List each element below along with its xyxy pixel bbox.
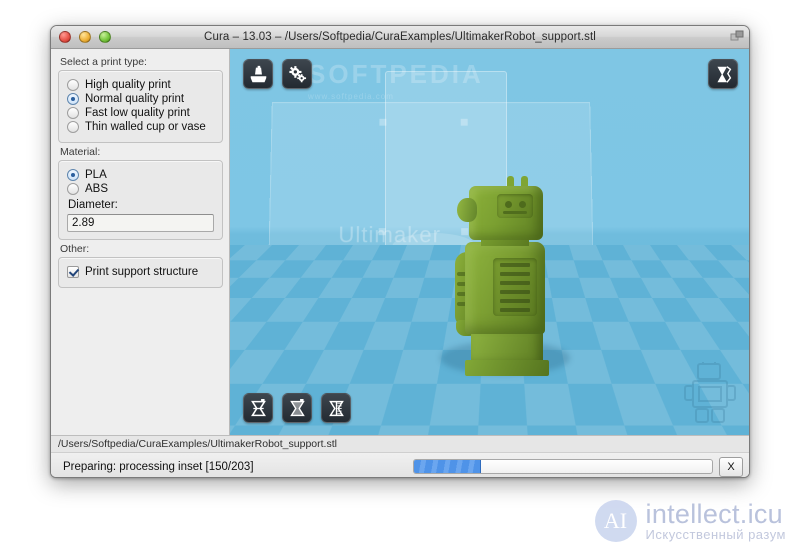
print-type-option-high[interactable]: High quality print [67,79,214,91]
model-part-ear [457,198,477,222]
print-type-label: Select a print type: [60,56,147,68]
other-group: Print support structure [58,257,223,288]
print-type-option-fast[interactable]: Fast low quality print [67,107,214,119]
cura-window: Cura – 13.03 – /Users/Softpedia/CuraExam… [50,25,750,478]
page-watermark-text: intellect.icu Искусственный разум [646,500,786,542]
view-normal-icon [250,398,266,416]
page-watermark: AI intellect.icu Искусственный разум [594,500,786,542]
window-titlebar: Cura – 13.03 – /Users/Softpedia/CuraExam… [51,26,749,49]
radio-icon[interactable] [67,183,79,195]
model-part-panel [493,258,537,316]
print-type-option-normal[interactable]: Normal quality print [67,93,214,105]
window-title: Cura – 13.03 – /Users/Softpedia/CuraExam… [204,31,596,43]
view-transparent-icon [289,398,305,416]
progress-bar [413,459,713,474]
status-bar: Preparing: processing inset [150/203] X [51,452,749,477]
model-part-mouth [503,211,527,214]
radio-icon[interactable] [67,93,79,105]
view-xray-icon [328,400,344,416]
expert-settings-icon [716,65,731,83]
print-type-option-label: Normal quality print [85,93,185,105]
diameter-input[interactable] [67,214,214,232]
view-xray-button[interactable] [321,393,351,423]
gears-icon [288,65,306,82]
window-body: Select a print type: High quality print … [51,49,749,477]
fullscreen-icon[interactable] [730,30,744,44]
load-model-icon [250,65,266,82]
screenshot-root: Cura – 13.03 – /Users/Softpedia/CuraExam… [0,0,800,548]
radio-icon[interactable] [67,121,79,133]
load-model-button[interactable] [243,59,273,89]
robot-model[interactable] [425,174,585,376]
radio-icon[interactable] [67,107,79,119]
settings-button[interactable] [282,59,312,89]
model-part-face [497,194,533,218]
material-group: PLA ABS Diameter: [58,160,223,240]
print-type-option-label: Thin walled cup or vase [85,121,206,133]
model-part-base [465,360,549,376]
page-watermark-main: intellect.icu [645,499,783,529]
ai-logo-icon: AI [594,500,637,542]
checkbox-icon[interactable] [67,266,79,278]
print-type-option-label: Fast low quality print [85,107,190,119]
radio-icon[interactable] [67,169,79,181]
cancel-button[interactable]: X [719,456,743,477]
print-type-group: High quality print Normal quality print … [58,70,223,143]
material-label: Material: [60,146,101,158]
close-button[interactable] [59,31,71,43]
page-watermark-sub: Искусственный разум [645,527,786,543]
support-structure-row[interactable]: Print support structure [67,266,214,278]
file-path-bar: /Users/Softpedia/CuraExamples/UltimakerR… [51,435,749,452]
diameter-label: Diameter: [68,199,118,211]
material-option-label: ABS [85,183,109,195]
print-type-option-label: High quality print [85,79,171,91]
expert-settings-button[interactable] [708,59,738,89]
progress-bar-fill [414,460,481,473]
3d-viewport[interactable]: Ultimaker SOFTPEDIA www.softpedia.com [230,49,749,435]
material-option-label: PLA [85,169,107,181]
support-structure-label: Print support structure [85,266,199,278]
progress-area: X [413,456,743,477]
view-normal-button[interactable] [243,393,273,423]
material-option-abs[interactable]: ABS [67,183,214,195]
status-text: Preparing: processing inset [150/203] [63,460,254,473]
other-label: Other: [60,243,90,255]
view-transparent-button[interactable] [282,393,312,423]
radio-icon[interactable] [67,79,79,91]
minimize-button[interactable] [79,31,91,43]
zoom-button[interactable] [99,31,111,43]
settings-sidebar: Select a print type: High quality print … [51,49,230,435]
window-controls [59,31,111,43]
file-path-text: /Users/Softpedia/CuraExamples/UltimakerR… [58,438,337,450]
material-option-pla[interactable]: PLA [67,169,214,181]
print-type-option-thin[interactable]: Thin walled cup or vase [67,121,214,133]
